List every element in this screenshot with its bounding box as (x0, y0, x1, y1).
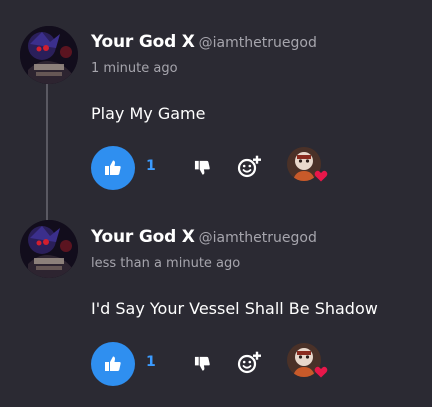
author-avatar[interactable] (20, 220, 78, 278)
add-reaction-icon (237, 351, 261, 374)
add-reaction-button[interactable] (236, 154, 262, 180)
author-handle[interactable]: @iamthetruegod (199, 230, 317, 246)
thumbs-down-icon (194, 356, 210, 371)
timestamp: less than a minute ago (91, 256, 241, 271)
reaction[interactable] (287, 343, 328, 383)
author-name[interactable]: Your God X (91, 227, 195, 247)
author-avatar[interactable] (20, 26, 78, 84)
comment-text: Play My Game (91, 104, 206, 123)
thumbs-up-icon (105, 356, 121, 371)
add-reaction-icon (237, 155, 261, 178)
like-button[interactable] (91, 342, 135, 386)
thread-line (46, 84, 48, 224)
thumbs-up-icon (105, 160, 121, 175)
like-button[interactable] (91, 146, 135, 190)
comment-header: Your God X @iamthetruegod (91, 227, 317, 247)
comment-actions: 1 (91, 146, 351, 190)
timestamp: 1 minute ago (91, 61, 178, 76)
author-name[interactable]: Your God X (91, 32, 195, 52)
add-reaction-button[interactable] (236, 350, 262, 376)
thumbs-down-icon (194, 160, 210, 175)
comment-header: Your God X @iamthetruegod (91, 32, 317, 52)
like-count: 1 (146, 158, 156, 174)
dislike-button[interactable] (191, 156, 213, 178)
reaction[interactable] (287, 147, 328, 187)
like-count: 1 (146, 354, 156, 370)
comment-text: I'd Say Your Vessel Shall Be Shadow (91, 299, 378, 318)
heart-icon (314, 366, 328, 378)
author-handle[interactable]: @iamthetruegod (199, 35, 317, 51)
comment-actions: 1 (91, 342, 351, 386)
dislike-button[interactable] (191, 352, 213, 374)
heart-icon (314, 170, 328, 182)
